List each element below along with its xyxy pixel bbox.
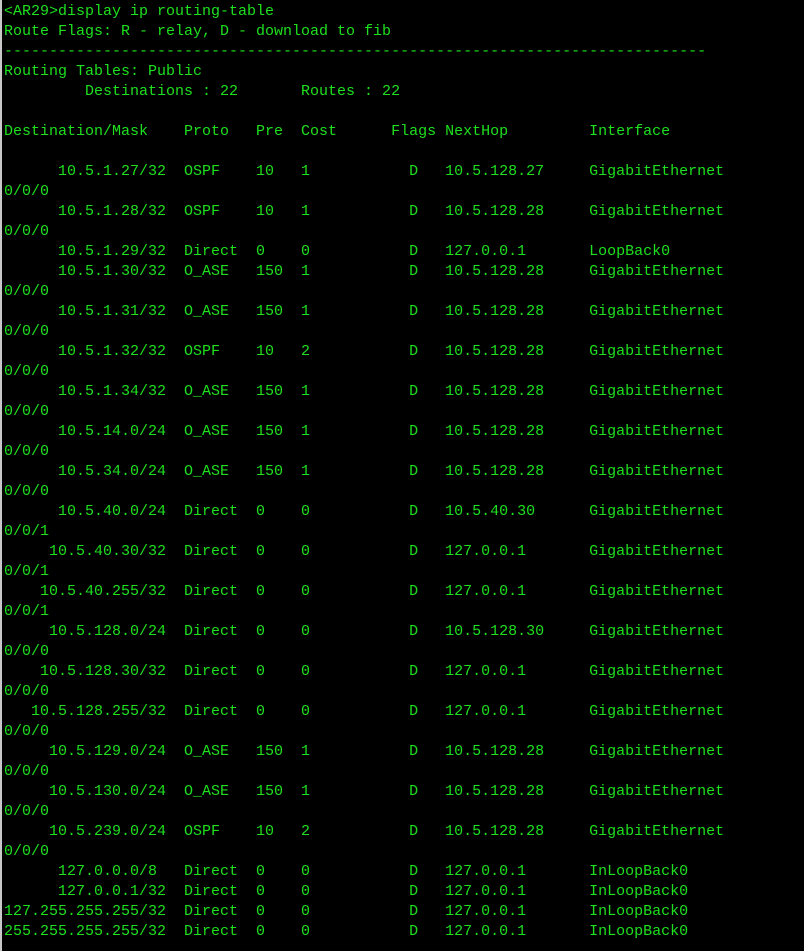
terminal-line: 0/0/0 [4,763,50,780]
terminal-line: 0/0/1 [4,603,50,620]
terminal-line: 127.0.0.0/8 Direct 0 0 D 127.0.0.1 InLoo… [4,863,689,880]
terminal-line: 10.5.239.0/24 OSPF 10 2 D 10.5.128.28 Gi… [4,823,725,840]
terminal-line: 10.5.1.34/32 O_ASE 150 1 D 10.5.128.28 G… [4,383,725,400]
terminal-line: ----------------------------------------… [4,43,707,60]
terminal-window[interactable]: <AR29>display ip routing-table Route Flag… [0,0,804,951]
terminal-line: Destinations : 22 Routes : 22 [4,83,401,100]
command-prompt-line: <AR29>display ip routing-table [4,3,275,20]
terminal-line: 0/0/0 [4,723,50,740]
terminal-line: 10.5.128.0/24 Direct 0 0 D 10.5.128.30 G… [4,623,725,640]
terminal-line: Routing Tables: Public [4,63,203,80]
terminal-line: 0/0/1 [4,563,50,580]
terminal-line: 0/0/0 [4,803,50,820]
terminal-line: 10.5.128.255/32 Direct 0 0 D 127.0.0.1 G… [4,703,725,720]
terminal-line: 10.5.1.29/32 Direct 0 0 D 127.0.0.1 Loop… [4,243,671,260]
terminal-line: 10.5.129.0/24 O_ASE 150 1 D 10.5.128.28 … [4,743,725,760]
terminal-line: 0/0/0 [4,483,50,500]
terminal-line: 10.5.130.0/24 O_ASE 150 1 D 10.5.128.28 … [4,783,725,800]
terminal-line: 0/0/0 [4,323,50,340]
terminal-line: 0/0/0 [4,843,50,860]
terminal-line: 0/0/0 [4,443,50,460]
terminal-line: 10.5.1.31/32 O_ASE 150 1 D 10.5.128.28 G… [4,303,725,320]
terminal-line: 0/0/0 [4,183,50,200]
terminal-line: 0/0/0 [4,283,50,300]
terminal-line: 0/0/0 [4,403,50,420]
terminal-line: 10.5.34.0/24 O_ASE 150 1 D 10.5.128.28 G… [4,463,725,480]
terminal-line: 0/0/1 [4,523,50,540]
terminal-line: 10.5.40.0/24 Direct 0 0 D 10.5.40.30 Gig… [4,503,725,520]
terminal-line: Route Flags: R - relay, D - download to … [4,23,392,40]
terminal-line: 10.5.14.0/24 O_ASE 150 1 D 10.5.128.28 G… [4,423,725,440]
terminal-line: 0/0/0 [4,643,50,660]
terminal-line: 10.5.1.27/32 OSPF 10 1 D 10.5.128.27 Gig… [4,163,725,180]
terminal-line: 10.5.40.30/32 Direct 0 0 D 127.0.0.1 Gig… [4,543,725,560]
terminal-line: 127.255.255.255/32 Direct 0 0 D 127.0.0.… [4,903,689,920]
terminal-output: <AR29>display ip routing-table Route Flag… [4,2,724,942]
terminal-line: 0/0/0 [4,223,50,240]
terminal-line: 0/0/0 [4,363,50,380]
terminal-line: 255.255.255.255/32 Direct 0 0 D 127.0.0.… [4,923,689,940]
terminal-line: 10.5.40.255/32 Direct 0 0 D 127.0.0.1 Gi… [4,583,725,600]
terminal-line: 10.5.1.28/32 OSPF 10 1 D 10.5.128.28 Gig… [4,203,725,220]
terminal-line: 10.5.1.32/32 OSPF 10 2 D 10.5.128.28 Gig… [4,343,725,360]
terminal-line: 10.5.128.30/32 Direct 0 0 D 127.0.0.1 Gi… [4,663,725,680]
terminal-line: 10.5.1.30/32 O_ASE 150 1 D 10.5.128.28 G… [4,263,725,280]
terminal-line: Destination/Mask Proto Pre Cost Flags Ne… [4,123,671,140]
terminal-line: 127.0.0.1/32 Direct 0 0 D 127.0.0.1 InLo… [4,883,689,900]
terminal-line: 0/0/0 [4,683,50,700]
